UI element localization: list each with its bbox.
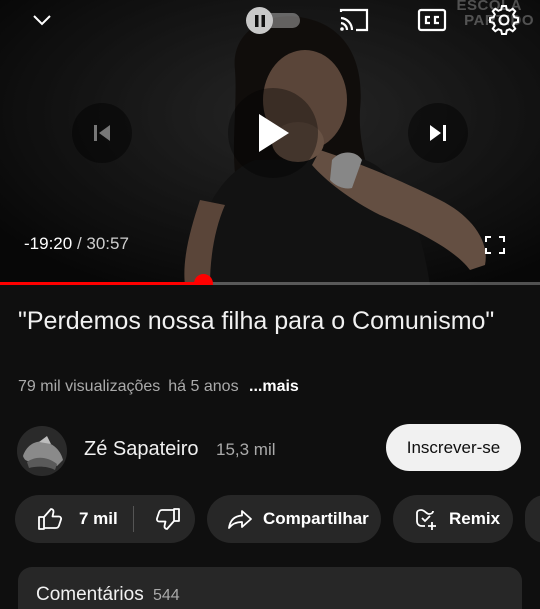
upload-age: há 5 anos	[168, 378, 239, 395]
thumbs-down-icon	[155, 508, 180, 530]
share-label: Compartilhar	[263, 509, 369, 528]
share-icon	[228, 510, 252, 529]
subscribe-button[interactable]: Inscrever-se	[386, 424, 521, 471]
video-meta[interactable]: 79 mil visualizações há 5 anos ...mais	[18, 378, 299, 396]
captions-button[interactable]	[414, 4, 450, 36]
comments-panel[interactable]: Comentários 544	[18, 567, 522, 609]
comments-count: 544	[153, 587, 180, 604]
progress-bar[interactable]	[0, 274, 540, 285]
view-count: 79 mil visualizações	[18, 378, 161, 395]
video-title[interactable]: "Perdemos nossa filha para o Comunismo"	[18, 305, 518, 337]
pause-icon	[254, 14, 265, 27]
collapse-button[interactable]	[26, 4, 58, 36]
comments-label: Comentários	[36, 584, 144, 605]
like-divider	[133, 506, 134, 532]
time-total: / 30:57	[76, 234, 129, 253]
subscriber-count: 15,3 mil	[216, 440, 276, 459]
gear-icon	[489, 5, 519, 35]
autoplay-toggle[interactable]	[246, 6, 302, 34]
time-display: -19:20 / 30:57	[24, 234, 129, 254]
cast-button[interactable]	[336, 4, 372, 36]
channel-avatar[interactable]	[17, 426, 67, 476]
channel-row[interactable]: Zé Sapateiro 15,3 mil Inscrever-se	[0, 420, 540, 480]
next-icon	[430, 125, 446, 141]
progress-played	[0, 282, 204, 285]
captions-icon	[417, 8, 447, 32]
like-count: 7 mil	[79, 509, 118, 528]
remix-button[interactable]: Remix	[393, 495, 513, 543]
autoplay-knob	[246, 7, 273, 34]
next-button[interactable]	[408, 103, 468, 163]
cast-icon	[339, 8, 369, 32]
video-player[interactable]: ESCOLA PARTIDO -19:20 / 30:57	[0, 0, 540, 285]
fullscreen-icon	[485, 236, 505, 254]
previous-icon	[94, 125, 110, 141]
share-button[interactable]: Compartilhar	[207, 495, 381, 543]
remix-icon	[416, 509, 436, 530]
like-button[interactable]: 7 mil	[15, 495, 133, 543]
remix-label: Remix	[449, 509, 501, 528]
previous-button[interactable]	[72, 103, 132, 163]
channel-name[interactable]: Zé Sapateiro	[84, 438, 199, 461]
play-icon	[259, 114, 289, 152]
more-actions-button[interactable]	[525, 495, 540, 543]
settings-button[interactable]	[486, 2, 522, 38]
thumbs-up-icon	[38, 508, 63, 530]
action-bar: 7 mil Compartilhar Remix	[0, 495, 540, 543]
time-remaining: -19:20	[24, 234, 73, 253]
dislike-button[interactable]	[145, 495, 191, 543]
more-link[interactable]: ...mais	[249, 378, 299, 395]
play-button[interactable]	[228, 88, 318, 178]
like-dislike-group: 7 mil	[15, 495, 195, 543]
chevron-down-icon	[33, 15, 51, 26]
avatar-image	[17, 426, 67, 476]
comments-header: Comentários 544	[36, 584, 180, 606]
fullscreen-button[interactable]	[482, 233, 508, 257]
